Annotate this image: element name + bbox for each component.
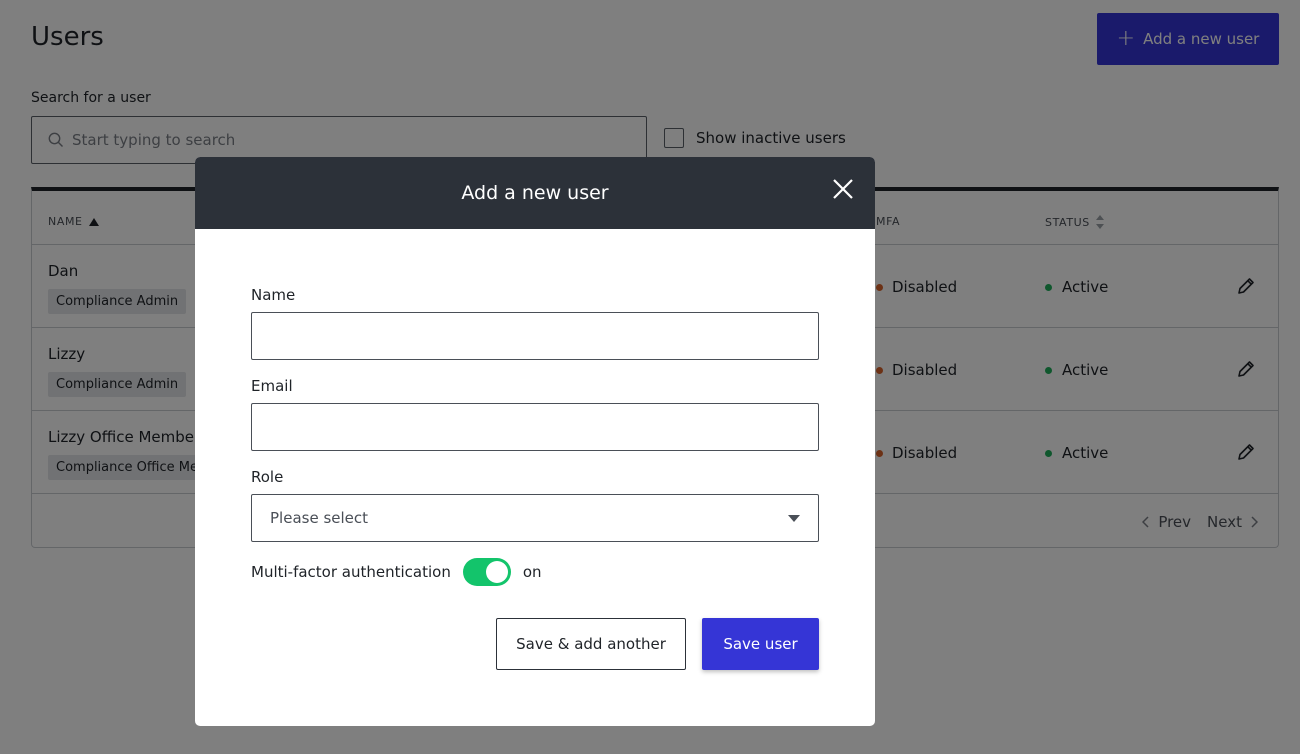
- mfa-setting: Multi-factor authentication on: [251, 558, 542, 586]
- email-input[interactable]: [252, 404, 818, 450]
- email-label: Email: [251, 377, 293, 395]
- mfa-state-label: on: [522, 563, 542, 581]
- save-user-button[interactable]: Save user: [702, 618, 819, 670]
- save-and-add-another-button[interactable]: Save & add another: [496, 618, 686, 670]
- email-field[interactable]: [251, 403, 819, 451]
- name-field[interactable]: [251, 312, 819, 360]
- name-input[interactable]: [252, 313, 818, 359]
- caret-down-icon: [788, 514, 800, 522]
- role-select[interactable]: Please select: [251, 494, 819, 542]
- close-icon[interactable]: [831, 177, 855, 201]
- dialog-header: Add a new user: [195, 157, 875, 229]
- name-label: Name: [251, 286, 296, 304]
- mfa-label: Multi-factor authentication: [251, 563, 451, 581]
- dialog-title: Add a new user: [461, 182, 609, 204]
- role-select-value: Please select: [270, 509, 369, 527]
- role-label: Role: [251, 468, 284, 486]
- mfa-toggle[interactable]: [462, 558, 511, 586]
- add-user-dialog: Add a new user Name Email Role Please se…: [195, 157, 875, 726]
- toggle-knob: [485, 561, 508, 583]
